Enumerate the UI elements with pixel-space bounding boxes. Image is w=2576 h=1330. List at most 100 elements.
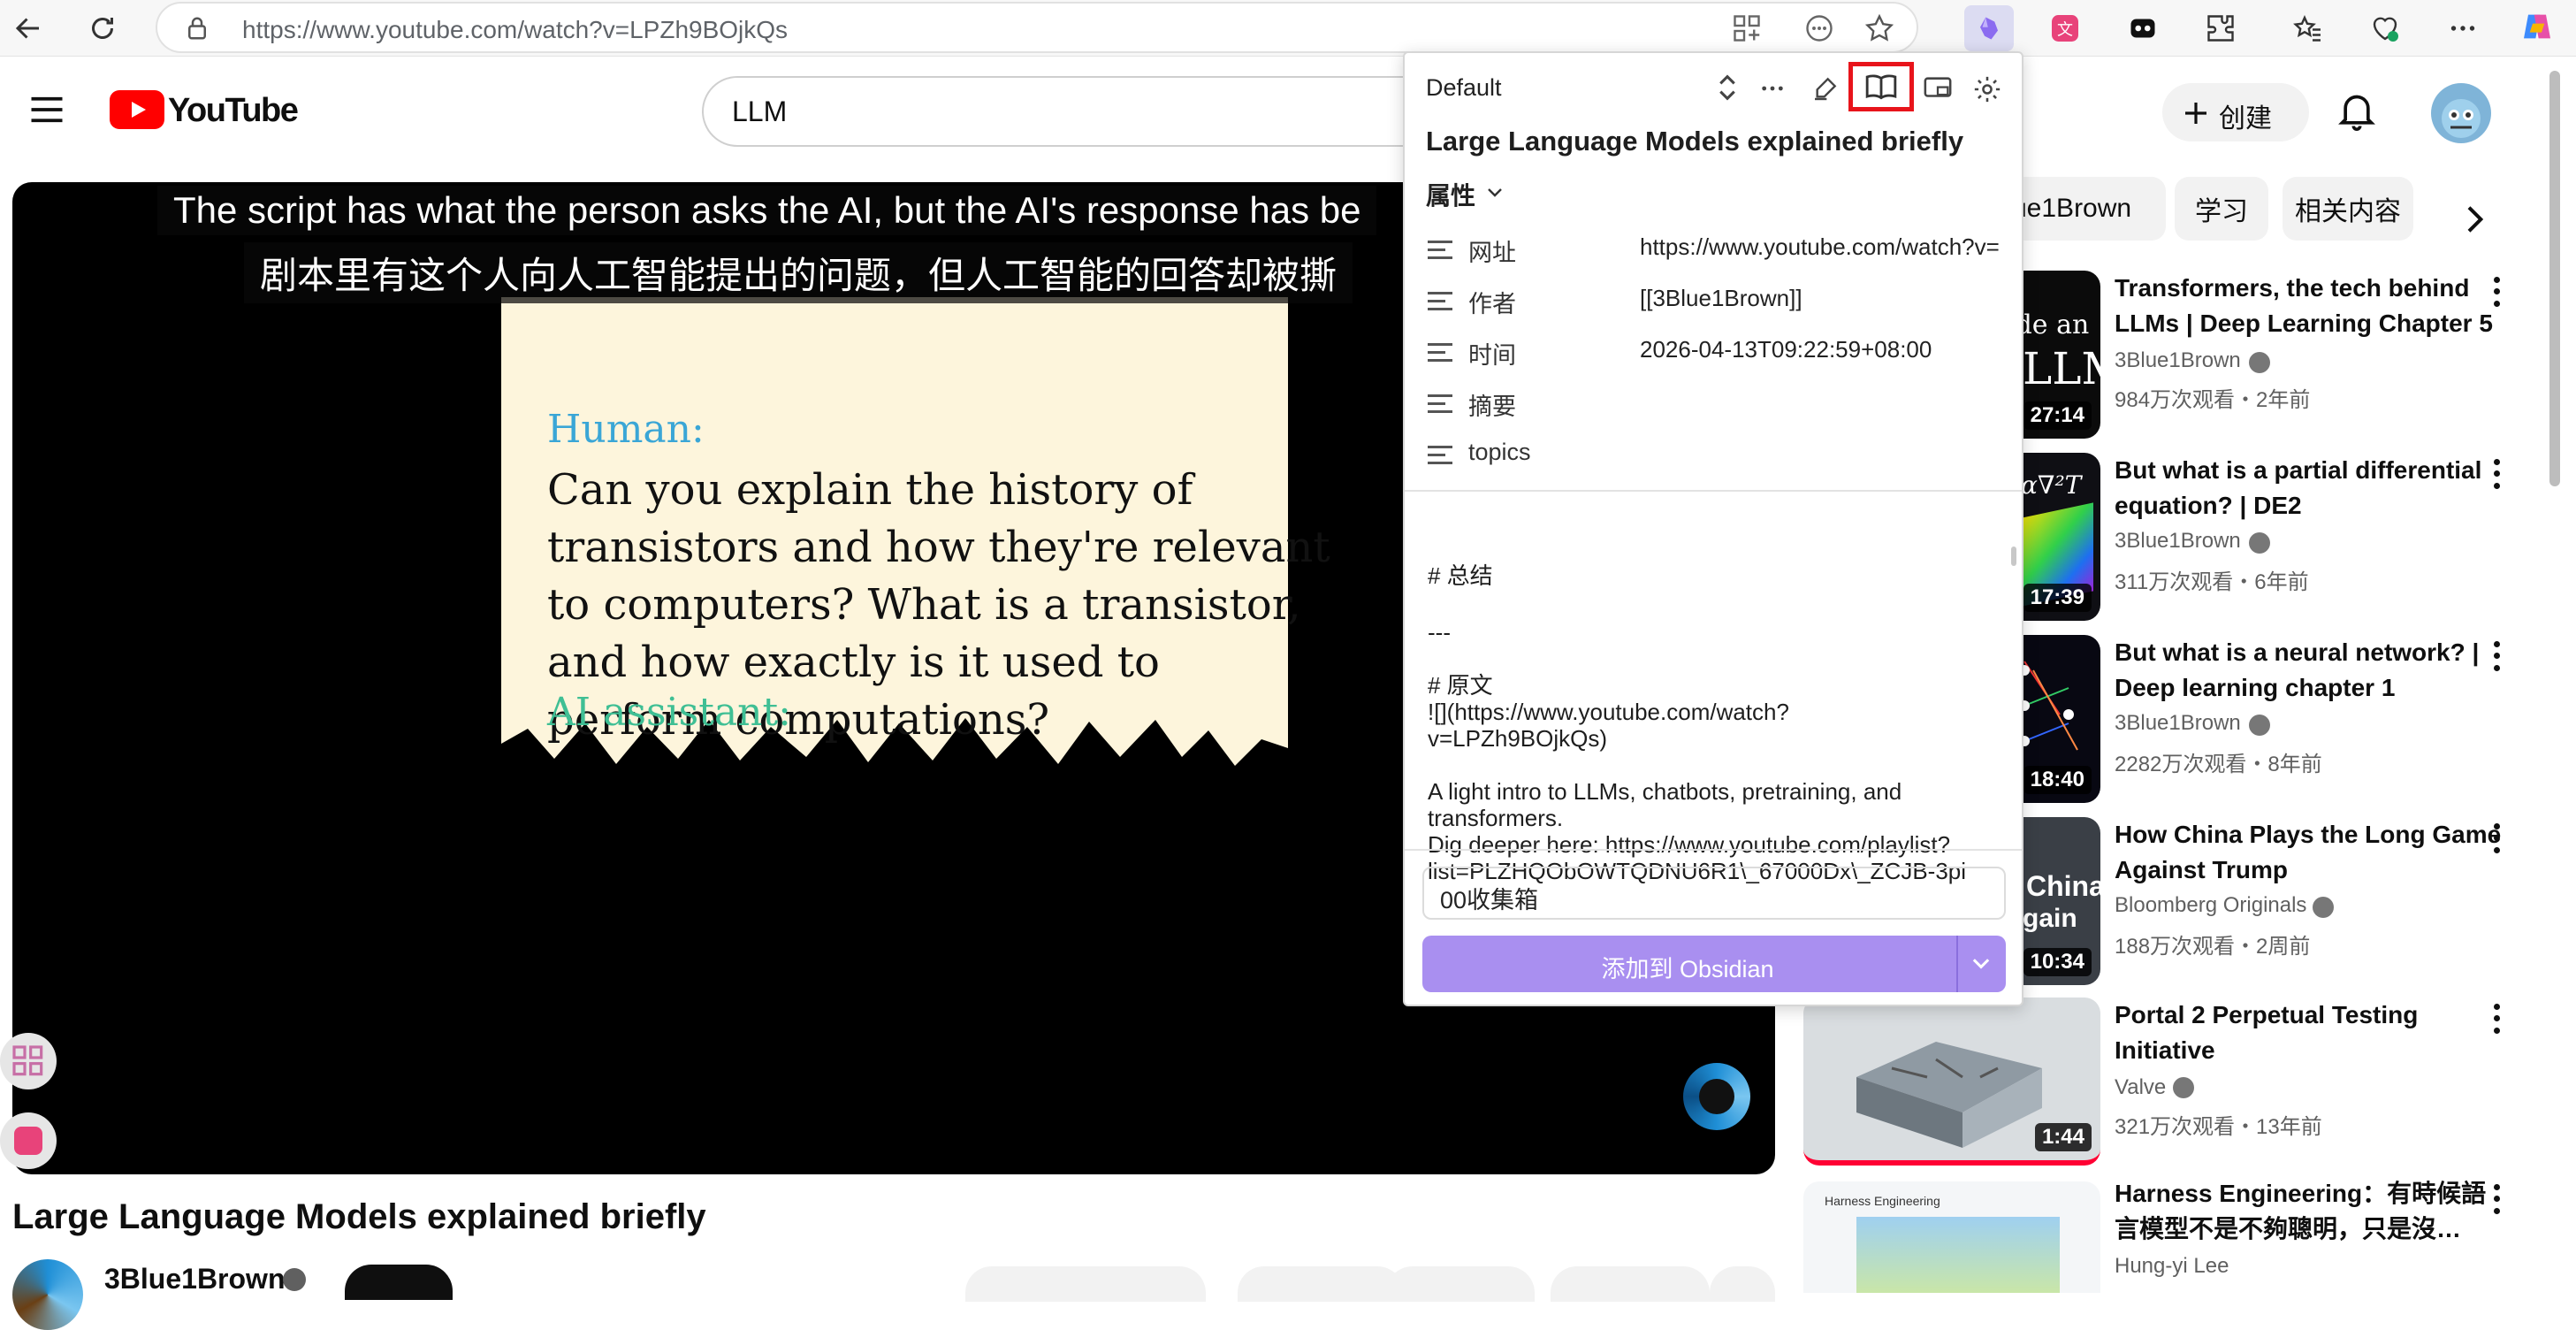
save-button[interactable]	[1386, 1266, 1535, 1302]
property-row[interactable]: 时间 2026-04-13T09:22:59+08:00	[1428, 329, 2011, 373]
property-value[interactable]: [[3Blue1Brown]]	[1640, 285, 2011, 312]
note-content-editor[interactable]: # 总结 --- # 原文 ![](https://www.youtube.co…	[1405, 493, 2022, 900]
property-row[interactable]: 摘要	[1428, 380, 2011, 424]
rec-duration: 17:39	[2023, 584, 2092, 612]
rec-duration: 27:14	[2023, 401, 2092, 430]
more-horizontal-icon[interactable]	[1758, 74, 1787, 103]
refresh-icon[interactable]	[81, 7, 124, 50]
chevron-right-icon[interactable]	[2456, 202, 2491, 237]
create-button[interactable]: 创建	[2162, 83, 2309, 141]
avatar[interactable]	[2431, 83, 2491, 143]
like-button[interactable]	[965, 1266, 1206, 1302]
text-lines-icon	[1428, 446, 1452, 465]
translate-extension-icon[interactable]: 文	[2044, 7, 2086, 50]
channel-watermark-icon[interactable]	[1683, 1063, 1750, 1130]
svg-text:文: 文	[2057, 21, 2073, 40]
content-line: ![](https://www.youtube.com/watch?	[1428, 699, 1789, 725]
youtube-logo[interactable]: YouTube	[110, 90, 299, 133]
chip-learning[interactable]: 学习	[2175, 177, 2268, 241]
rec-title[interactable]: How China Plays the Long Game Against Tr…	[2115, 817, 2504, 888]
translate-widget-icon[interactable]	[0, 1112, 57, 1169]
reader-mode-book-icon[interactable]	[1848, 62, 1914, 111]
more-horizontal-icon[interactable]	[2442, 7, 2484, 50]
notifications-bell-icon[interactable]	[2337, 90, 2376, 133]
rec-channel[interactable]: Hung-yi Lee	[2115, 1254, 2229, 1279]
divider	[1405, 490, 2022, 492]
properties-header[interactable]: 属性	[1426, 177, 1475, 212]
rec-title[interactable]: Portal 2 Perpetual Testing Initiative	[2115, 998, 2504, 1068]
rec-more-icon[interactable]	[2486, 638, 2507, 674]
editor-scrollbar[interactable]	[2011, 547, 2016, 566]
more-actions-button[interactable]	[1710, 1266, 1775, 1302]
chip-channel[interactable]: ue1Brown	[2008, 177, 2166, 241]
property-key: 摘要	[1468, 394, 1516, 420]
heart-pulse-icon[interactable]	[2364, 7, 2406, 50]
apps-widget-icon[interactable]	[0, 1033, 57, 1089]
add-to-obsidian-button[interactable]: 添加到 Obsidian	[1422, 936, 2006, 992]
verified-badge-icon	[2173, 1077, 2194, 1098]
apps-grid-icon[interactable]	[1731, 12, 1763, 44]
chevron-down-icon[interactable]	[1969, 953, 1993, 975]
folder-input[interactable]: 00收集箱	[1422, 867, 2006, 920]
address-bar[interactable]: https://www.youtube.com/watch?v=LPZh9BOj…	[156, 2, 1918, 53]
rec-title[interactable]: Harness Engineering：有時候語言模型不是不夠聰明，只是沒…	[2115, 1176, 2504, 1247]
rec-title[interactable]: Transformers, the tech behind LLMs | Dee…	[2115, 271, 2504, 341]
hamburger-menu-icon[interactable]	[28, 94, 65, 126]
template-selector[interactable]: Default	[1426, 74, 1502, 102]
youtube-logo-text: YouTube	[168, 92, 299, 129]
embed-window-icon[interactable]	[1923, 74, 1953, 103]
rec-channel[interactable]: 3Blue1Brown	[2115, 711, 2241, 736]
url-text[interactable]: https://www.youtube.com/watch?v=LPZh9BOj…	[242, 16, 788, 44]
rec-channel[interactable]: 3Blue1Brown	[2115, 348, 2241, 373]
subscribe-button[interactable]	[345, 1265, 453, 1300]
property-value[interactable]: 2026-04-13T09:22:59+08:00	[1640, 336, 2011, 363]
note-title[interactable]: Large Language Models explained briefly	[1426, 126, 1963, 157]
content-line: transformers.	[1428, 805, 1564, 831]
rec-more-icon[interactable]	[2486, 1181, 2507, 1217]
favorites-icon[interactable]	[2286, 7, 2328, 50]
lock-icon[interactable]	[184, 14, 210, 42]
copilot-icon[interactable]	[2516, 5, 2558, 48]
rec-channel[interactable]: Bloomberg Originals	[2115, 893, 2306, 918]
property-value[interactable]: https://www.youtube.com/watch?v=	[1640, 233, 2011, 261]
verified-badge-icon	[2249, 715, 2270, 736]
rec-more-icon[interactable]	[2486, 456, 2507, 492]
highlighter-icon[interactable]	[1811, 74, 1840, 103]
add-to-obsidian-label: 添加到 Obsidian	[1601, 956, 1774, 982]
youtube-search-box[interactable]: LLM	[702, 76, 1462, 147]
property-row[interactable]: 作者 [[3Blue1Brown]]	[1428, 278, 2011, 322]
property-row[interactable]: topics	[1428, 432, 2011, 476]
channel-avatar[interactable]	[12, 1259, 83, 1330]
chip-related[interactable]: 相关内容	[2283, 177, 2413, 241]
thanks-button[interactable]	[1551, 1266, 1710, 1302]
content-line: A light intro to LLMs, chatbots, pretrai…	[1428, 778, 1902, 805]
extensions-puzzle-icon[interactable]	[2199, 7, 2242, 50]
rec-thumbnail[interactable]: 1:44	[1803, 998, 2100, 1166]
rec-more-icon[interactable]	[2486, 274, 2507, 310]
divider	[1405, 849, 2022, 851]
settings-gear-icon[interactable]	[1972, 74, 2002, 104]
rec-more-icon[interactable]	[2486, 1001, 2507, 1036]
rec-title[interactable]: But what is a partial differential equat…	[2115, 453, 2504, 524]
search-input[interactable]: LLM	[732, 96, 787, 128]
rec-thumbnail[interactable]: Harness Engineering	[1803, 1181, 2100, 1293]
channel-name[interactable]: 3Blue1Brown	[104, 1263, 285, 1296]
plus-icon	[2185, 103, 2206, 124]
rec-channel[interactable]: 3Blue1Brown	[2115, 529, 2241, 554]
rec-title[interactable]: But what is a neural network? | Deep lea…	[2115, 635, 2504, 706]
chevron-up-down-icon[interactable]	[1716, 73, 1739, 103]
more-circle-icon[interactable]	[1803, 12, 1835, 44]
rec-more-icon[interactable]	[2486, 821, 2507, 856]
star-bookmark-icon[interactable]	[1863, 12, 1895, 44]
share-button[interactable]	[1238, 1266, 1404, 1302]
subtitle-chinese: 剧本里有这个人向人工智能提出的问题，但人工智能的回答却被撕	[244, 242, 1353, 303]
property-row[interactable]: 网址 https://www.youtube.com/watch?v=	[1428, 226, 2011, 271]
back-arrow-icon[interactable]	[7, 7, 50, 50]
chevron-down-icon[interactable]	[1484, 184, 1505, 202]
rec-thumb-caption: gain	[2023, 904, 2077, 933]
page-scrollbar[interactable]	[2549, 71, 2560, 486]
rec-channel[interactable]: Valve	[2115, 1075, 2166, 1100]
property-key: topics	[1468, 439, 1531, 465]
obsidian-extension-icon[interactable]	[1964, 5, 2014, 51]
mask-extension-icon[interactable]	[2122, 7, 2164, 50]
